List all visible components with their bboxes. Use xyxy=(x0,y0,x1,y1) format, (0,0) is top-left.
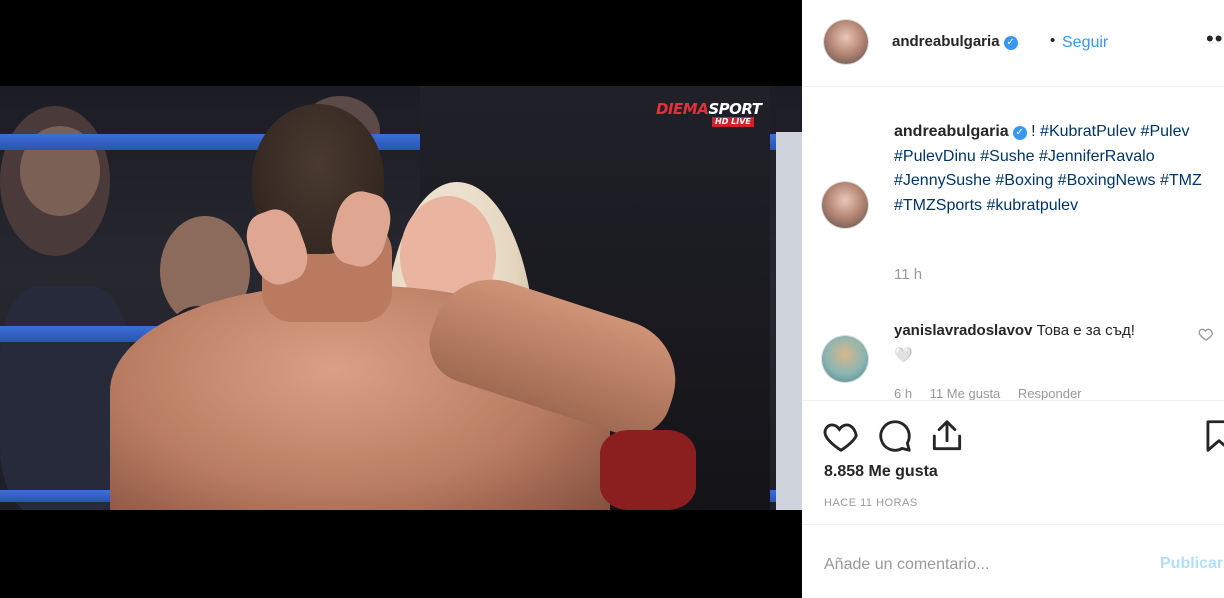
caption-time: 11 h xyxy=(894,266,923,283)
caption-prefix: ! xyxy=(1026,123,1041,140)
comment-reply[interactable]: Responder xyxy=(1018,386,1082,401)
add-comment-section: Publicar xyxy=(802,524,1224,598)
verified-icon: ✓ xyxy=(1012,126,1027,140)
comment-bubble-icon[interactable] xyxy=(876,417,914,455)
caption-username[interactable]: andreabulgaria xyxy=(894,123,1009,140)
post-actions: 8.858 Me gusta HACE 11 HORAS xyxy=(802,400,1224,525)
post-sidebar: andreabulgaria✓ • Seguir ••• andreabulga… xyxy=(802,0,1224,598)
logo-white-text: SPORT xyxy=(708,100,762,118)
ring-post xyxy=(776,132,802,510)
comment-like-icon[interactable] xyxy=(1198,326,1214,342)
comment-likes[interactable]: 11 Me gusta xyxy=(930,386,1001,401)
comment-input[interactable] xyxy=(822,549,1126,581)
commenter-username[interactable]: yanislavradoslavov xyxy=(894,322,1032,339)
commenter-avatar[interactable] xyxy=(822,336,868,382)
share-icon[interactable] xyxy=(928,417,966,455)
author-avatar[interactable] xyxy=(824,20,868,64)
likes-count[interactable]: 8.858 Me gusta xyxy=(824,463,938,481)
post-header: andreabulgaria✓ • Seguir ••• xyxy=(802,0,1224,87)
video-frame[interactable]: DIEMASPORT HD LIVE xyxy=(0,86,802,510)
caption-avatar[interactable] xyxy=(822,182,868,228)
header-separator: • xyxy=(1050,32,1056,49)
post-media[interactable]: DIEMASPORT HD LIVE xyxy=(0,0,802,598)
bookmark-icon[interactable] xyxy=(1200,417,1224,455)
post-timestamp: HACE 11 HORAS xyxy=(824,497,918,509)
caption-text: andreabulgaria ✓ ! #KubratPulev #Pulev #P… xyxy=(894,120,1224,218)
author-username[interactable]: andreabulgaria xyxy=(892,33,1000,50)
logo-live-badge: HD LIVE xyxy=(712,117,754,127)
channel-logo: DIEMASPORT HD LIVE xyxy=(656,100,776,130)
publish-button[interactable]: Publicar xyxy=(1160,555,1223,573)
verified-icon: ✓ xyxy=(1003,36,1018,50)
more-options-icon[interactable]: ••• xyxy=(1206,26,1224,52)
comment-text: yanislavradoslavov Това е за съд! 🤍 xyxy=(894,318,1150,368)
boxing-glove xyxy=(600,430,696,510)
logo-red-text: DIEMA xyxy=(656,100,709,118)
comment-meta: 6 h 11 Me gusta Responder xyxy=(894,386,1096,401)
header-user: andreabulgaria ✓ xyxy=(892,33,1018,51)
like-heart-icon[interactable] xyxy=(822,417,860,455)
follow-button[interactable]: Seguir xyxy=(1062,34,1108,52)
comment-time: 6 h xyxy=(894,386,913,401)
